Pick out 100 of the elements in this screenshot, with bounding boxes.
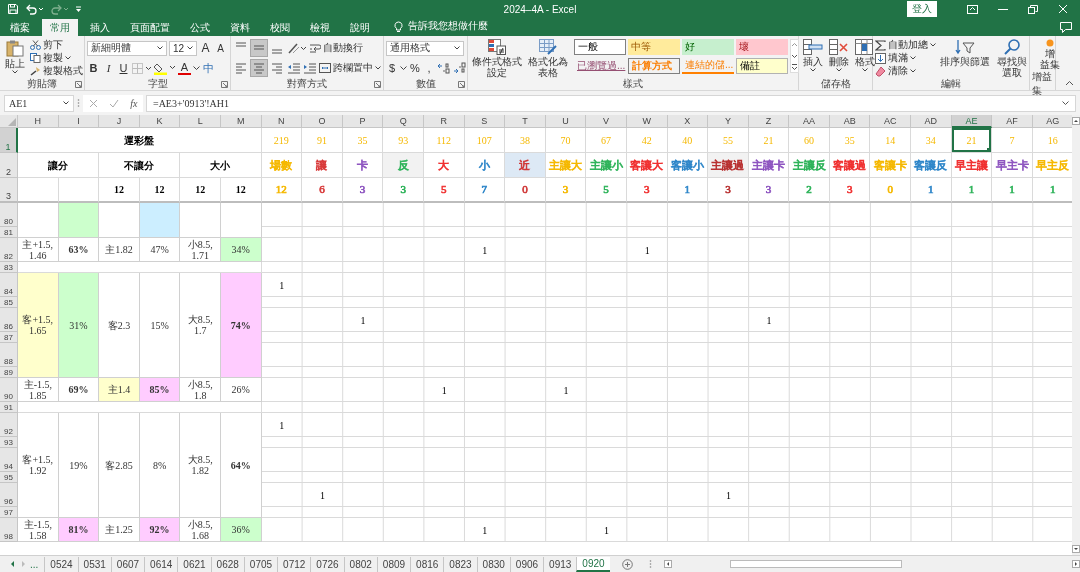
sheet-tab[interactable]: 0816 (410, 556, 444, 572)
ribbon-tab[interactable]: 資料 (222, 19, 258, 36)
conditional-formatting-button[interactable]: 條件式格式 設定 (470, 39, 524, 78)
ribbon-tab[interactable]: 檢視 (302, 19, 338, 36)
orientation-icon[interactable] (287, 41, 307, 55)
column-header[interactable]: P (342, 115, 384, 128)
ribbon-tab[interactable]: 公式 (182, 19, 218, 36)
close-icon[interactable] (1058, 4, 1068, 14)
row-header[interactable]: 1 (0, 128, 18, 153)
cell-style-option[interactable]: 中等 (628, 39, 680, 55)
column-header[interactable]: T (505, 115, 546, 128)
row-header[interactable]: 90 (0, 378, 18, 402)
expand-icon[interactable] (1062, 100, 1069, 106)
horizontal-align-icon[interactable] (269, 60, 285, 76)
column-header[interactable]: AF (992, 115, 1033, 128)
sheet-tab[interactable]: 0621 (177, 556, 211, 572)
dialog-launcher-icon[interactable] (221, 81, 228, 88)
scrollbar-thumb[interactable] (729, 560, 902, 568)
formula-field[interactable]: =AE3+'0913'!AH1 (146, 94, 1076, 112)
ribbon-tab[interactable]: 頁面配置 (122, 19, 178, 36)
sheet-tab[interactable]: 0809 (376, 556, 411, 572)
increase-decimal-icon[interactable] (437, 62, 451, 74)
row-header[interactable]: 94 (0, 448, 18, 472)
column-header[interactable]: W (626, 115, 668, 128)
column-header[interactable]: U (545, 115, 587, 128)
paste-button[interactable]: 貼上 (2, 39, 28, 74)
cell-style-option[interactable]: 好 (682, 39, 734, 55)
comment-icon[interactable] (1060, 22, 1072, 33)
column-header[interactable]: X (667, 115, 709, 128)
save-icon[interactable] (7, 3, 19, 15)
sheet-tab[interactable]: 0531 (77, 556, 111, 572)
font-color-button[interactable]: A (178, 61, 191, 75)
sheet-tab[interactable]: 0726 (310, 556, 344, 572)
sheet-tab[interactable]: 0614 (144, 556, 178, 572)
column-header[interactable]: M (220, 115, 262, 128)
column-header[interactable]: R (423, 115, 465, 128)
row-header[interactable]: 2 (0, 153, 18, 178)
row-header[interactable]: 82 (0, 238, 18, 262)
shrink-font-button[interactable]: A (214, 40, 227, 56)
column-header[interactable]: N (261, 115, 303, 128)
row-header[interactable]: 98 (0, 518, 18, 542)
row-header[interactable]: 86 (0, 308, 18, 332)
find-select-button[interactable]: 尋找與 選取 (994, 39, 1030, 78)
currency-button[interactable]: $ (386, 60, 398, 76)
column-header[interactable]: AE (951, 115, 993, 128)
fill-button[interactable]: 填滿 (875, 52, 936, 64)
horizontal-align-icon[interactable] (233, 60, 249, 76)
percent-button[interactable]: % (409, 60, 421, 76)
restore-icon[interactable] (1028, 4, 1038, 14)
sheet-tab[interactable]: 0524 (44, 556, 78, 572)
sheet-tab[interactable]: 0802 (343, 556, 377, 572)
scroll-left-icon[interactable] (663, 560, 672, 568)
add-ins-button[interactable]: 增 益集 (1032, 39, 1068, 70)
row-header[interactable]: 92 (0, 413, 18, 437)
scroll-up-icon[interactable] (1072, 117, 1080, 125)
column-header[interactable]: AC (870, 115, 912, 128)
fill-color-icon[interactable] (154, 61, 176, 75)
dialog-launcher-icon[interactable] (75, 81, 82, 88)
cell-style-option[interactable]: 備註 (736, 58, 788, 74)
redo-icon[interactable] (50, 3, 69, 15)
column-header[interactable]: L (180, 115, 221, 128)
italic-button[interactable]: I (102, 60, 115, 76)
sort-filter-button[interactable]: 排序與篩選 (938, 39, 992, 67)
sheet-tab[interactable]: 0823 (443, 556, 477, 572)
phonetic-button[interactable]: 中 (202, 60, 215, 76)
column-header[interactable]: O (302, 115, 343, 128)
more-sheets-button[interactable]: ... (30, 558, 39, 570)
dialog-launcher-icon[interactable] (374, 81, 381, 88)
sheet-tab[interactable]: 0705 (243, 556, 278, 572)
ribbon-tab[interactable]: 說明 (342, 19, 378, 36)
scroll-up-icon[interactable] (791, 41, 798, 49)
number-format-field[interactable]: 通用格式 (386, 40, 464, 56)
column-header[interactable]: Y (708, 115, 749, 128)
row-header[interactable]: 88 (0, 343, 18, 367)
customize-icon[interactable] (75, 5, 82, 13)
cancel-icon[interactable] (88, 98, 98, 108)
drag-handle-icon[interactable] (77, 98, 80, 108)
sheet-tab[interactable]: 0712 (277, 556, 311, 572)
font-name-field[interactable]: 新細明體 (87, 40, 167, 56)
dialog-launcher-icon[interactable] (458, 81, 465, 88)
row-header[interactable]: 84 (0, 273, 18, 297)
cell-style-option[interactable]: 已瀏覽過... (574, 58, 626, 74)
column-header[interactable]: V (586, 115, 627, 128)
merge-center-button[interactable]: 跨欄置中 (319, 62, 381, 74)
sheet-tab[interactable]: 0628 (210, 556, 244, 572)
tell-me-search[interactable]: 告訴我您想做什麼 (408, 19, 488, 33)
bold-button[interactable]: B (87, 60, 100, 76)
sign-in-button[interactable]: 登入 (907, 1, 937, 17)
wrap-text-button[interactable]: 自動換行 (309, 42, 363, 54)
row-header[interactable]: 80 (0, 203, 18, 227)
clear-button[interactable]: 清除 (875, 65, 936, 77)
check-icon[interactable] (108, 98, 119, 108)
cell-style-option[interactable]: 一般 (574, 39, 626, 55)
column-header[interactable]: S (464, 115, 506, 128)
column-header[interactable]: AD (911, 115, 952, 128)
gallery-more-icon[interactable] (791, 63, 798, 71)
column-header[interactable]: J (99, 115, 140, 128)
column-header[interactable]: AA (789, 115, 830, 128)
horizontal-scrollbar[interactable] (663, 559, 1080, 569)
ribbon-tab[interactable]: 常用 (42, 19, 78, 36)
